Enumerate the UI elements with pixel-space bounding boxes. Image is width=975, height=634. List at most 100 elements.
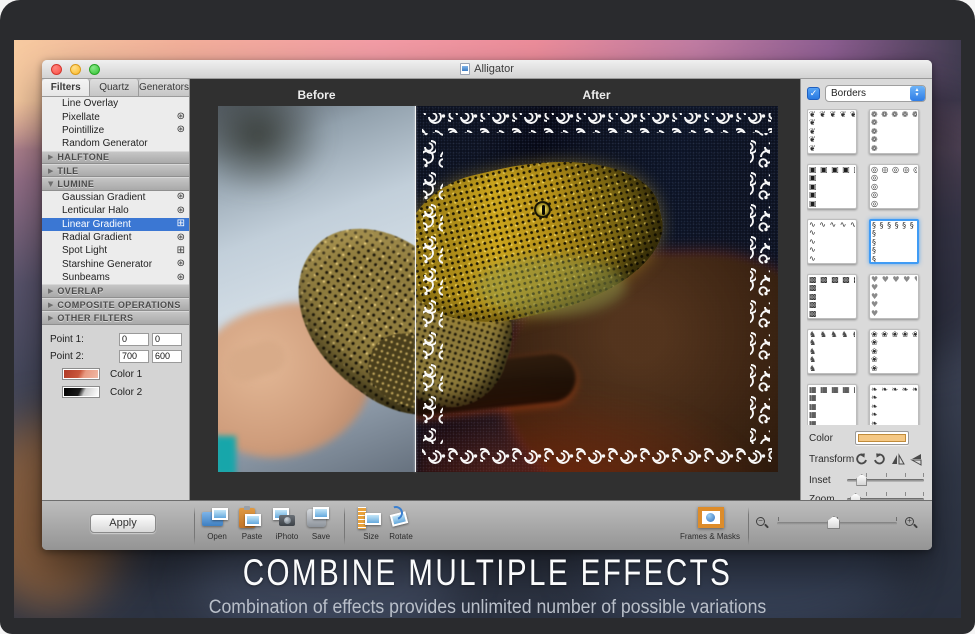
hero-subtitle: Combination of effects provides unlimite… [47,597,928,618]
border-transform-label: Transform [809,454,855,465]
frames-masks-icon [678,505,742,531]
filter-group-halftone[interactable]: ▶HALFTONE [42,151,189,164]
border-thumbnail-hearts-border[interactable]: ♥ ♥ ♥ ♥ ♥ ♥ ♥ ♥ ♥ ♥ [869,274,919,319]
open-icon [198,505,236,531]
title-bar[interactable]: Alligator [42,60,932,79]
shadow-artwork [218,106,328,196]
filter-item-random-generator[interactable]: Random Generator [42,137,189,150]
filter-item-lenticular-halo[interactable]: Lenticular Halo⊛ [42,204,189,217]
after-label: After [415,88,778,102]
toolbar-separator [748,507,749,545]
filter-settings-icon[interactable]: ⊛ [177,192,185,202]
minimize-button[interactable] [70,64,81,75]
open-button[interactable]: Open [198,505,236,541]
filter-group-other-filters[interactable]: ▶OTHER FILTERS [42,311,189,324]
filter-target-icon[interactable]: ⊞ [177,246,185,256]
save-button[interactable]: Save [302,505,340,541]
disclosure-triangle-icon: ▶ [48,167,53,175]
border-thumbnail-spiral-vine-border[interactable]: ❁ ❁ ❁ ❁ ❁ ❁ ❁ ❁ ❁ ❁ [869,109,919,154]
point2-label: Point 2: [50,351,119,362]
filter-group-tile[interactable]: ▶TILE [42,164,189,177]
filter-item-linear-gradient[interactable]: Linear Gradient⊞ [42,218,189,231]
border-color-well[interactable] [855,431,909,445]
canvas-zoom-slider-thumb[interactable] [827,516,840,529]
desktop-background: Alligator Filters Quartz Generators Line… [14,40,961,618]
before-image [218,106,415,472]
filter-item-pointillize[interactable]: Pointillize⊛ [42,124,189,137]
hero-title: COMBINE MULTIPLE EFFECTS [109,552,867,594]
point2-y-input[interactable] [152,350,182,363]
filter-item-radial-gradient[interactable]: Radial Gradient⊛ [42,231,189,244]
frames-masks-button[interactable]: Frames & Masks [678,505,742,541]
panel-tabs: Filters Quartz Generators [42,79,189,97]
border-thumbnail-checker-circles-border[interactable]: ▩ ▩ ▩ ▩ ▩ ▩ ▩ ▩ ▩ ▩ [807,274,857,319]
borders-panel: ✓ Borders ▲▼ ❦ ❦ ❦ ❦ ❦ ❦ ❦ ❦ ❦ ❦ ❁ ❁ ❁ ❁ … [800,79,932,500]
color1-label: Color 1 [110,369,142,380]
inset-slider[interactable] [847,473,924,487]
flip-horizontal-icon[interactable] [891,453,905,466]
filter-group-composite-operations[interactable]: ▶COMPOSITE OPERATIONS [42,298,189,311]
point2-row: Point 2: [50,348,185,364]
iphoto-button[interactable]: iPhoto [268,505,306,541]
border-thumbnail-paisley-floral-border[interactable]: ❀ ❀ ❀ ❀ ❀ ❀ ❀ ❀ ❀ ❀ [869,329,919,374]
flip-vertical-icon[interactable] [910,453,923,466]
filter-item-spot-light[interactable]: Spot Light⊞ [42,244,189,257]
filter-group-lumine[interactable]: ▼LUMINE [42,177,189,190]
point1-x-input[interactable] [119,333,149,346]
border-thumbnail-greek-key-border[interactable]: ▣ ▣ ▣ ▣ ▣ ▣ ▣ ▣ ▣ ▣ [807,164,857,209]
filter-settings-icon[interactable]: ⊛ [177,233,185,243]
zoom-window-button[interactable] [89,64,100,75]
filter-settings-icon[interactable]: ⊛ [177,259,185,269]
filter-settings-icon[interactable]: ⊛ [177,112,185,122]
before-label: Before [218,88,415,102]
before-after-divider[interactable] [415,106,416,472]
zoom-out-icon[interactable]: − [756,517,769,530]
paste-button[interactable]: Paste [233,505,271,541]
color2-label: Color 2 [110,387,142,398]
apply-button[interactable]: Apply [90,514,156,533]
tab-quartz[interactable]: Quartz [90,79,138,96]
canvas-zoom-slider[interactable] [777,516,897,530]
filter-item-pixellate[interactable]: Pixellate⊛ [42,110,189,123]
tab-filters[interactable]: Filters [42,79,90,96]
rotate-button[interactable]: Rotate [382,505,420,541]
borders-checkbox[interactable]: ✓ [807,87,820,100]
preview-canvas: Before After [190,79,800,500]
filter-settings-icon[interactable]: ⊛ [177,206,185,216]
toolbar-separator [194,507,195,545]
filter-item-gaussian-gradient[interactable]: Gaussian Gradient⊛ [42,191,189,204]
border-thumbnail-floral-scroll-border[interactable]: ❦ ❦ ❦ ❦ ❦ ❦ ❦ ❦ ❦ ❦ [807,109,857,154]
teal-spot-artwork [218,436,236,472]
border-thumbnail-ribbon-squiggle-border[interactable]: ∿ ∿ ∿ ∿ ∿ ∿ ∿ ∿ ∿ ∿ [807,219,857,264]
swirl-border-overlay [416,106,778,472]
window-title: Alligator [474,63,514,75]
tab-generators[interactable]: Generators [139,79,189,96]
filter-item-starshine-generator[interactable]: Starshine Generator⊛ [42,258,189,271]
point2-x-input[interactable] [119,350,149,363]
promo-frame: Alligator Filters Quartz Generators Line… [0,0,975,634]
rotate-right-icon[interactable] [873,453,886,466]
border-thumbnail-rope-knot-border[interactable]: ◎ ◎ ◎ ◎ ◎ ◎ ◎ ◎ ◎ ◎ [869,164,919,209]
filter-settings-icon[interactable]: ⊛ [177,125,185,135]
filter-item-line-overlay[interactable]: Line Overlay [42,97,189,110]
filter-item-sunbeams[interactable]: Sunbeams⊛ [42,271,189,284]
paste-icon [233,505,271,531]
filter-target-icon[interactable]: ⊞ [177,219,185,229]
border-thumbnail-swirl-border[interactable]: § § § § § § § § § § [869,219,919,264]
borders-dropdown[interactable]: Borders ▲▼ [825,85,926,102]
border-thumbnail-brush-blob-border[interactable]: ♞ ♞ ♞ ♞ ♞ ♞ ♞ ♞ ♞ ♞ [807,329,857,374]
filter-group-overlap[interactable]: ▶OVERLAP [42,284,189,297]
borders-header: ✓ Borders ▲▼ [801,79,932,107]
color2-well[interactable] [62,386,100,398]
point1-y-input[interactable] [152,333,182,346]
close-button[interactable] [51,64,62,75]
rotate-left-icon[interactable] [855,453,868,466]
disclosure-triangle-icon: ▶ [48,314,53,322]
filter-settings-icon[interactable]: ⊛ [177,273,185,283]
disclosure-triangle-icon: ▶ [48,301,53,309]
zoom-in-icon[interactable]: + [905,517,918,530]
border-inset-label: Inset [809,475,847,486]
border-thumbnail-lattice-border[interactable]: ▦ ▦ ▦ ▦ ▦ ▦ ▦ ▦ ▦ ▦ [807,384,857,425]
border-thumbnail-leaf-scroll-border[interactable]: ❧ ❧ ❧ ❧ ❧ ❧ ❧ ❧ ❧ ❧ [869,384,919,425]
color1-well[interactable] [62,368,100,380]
